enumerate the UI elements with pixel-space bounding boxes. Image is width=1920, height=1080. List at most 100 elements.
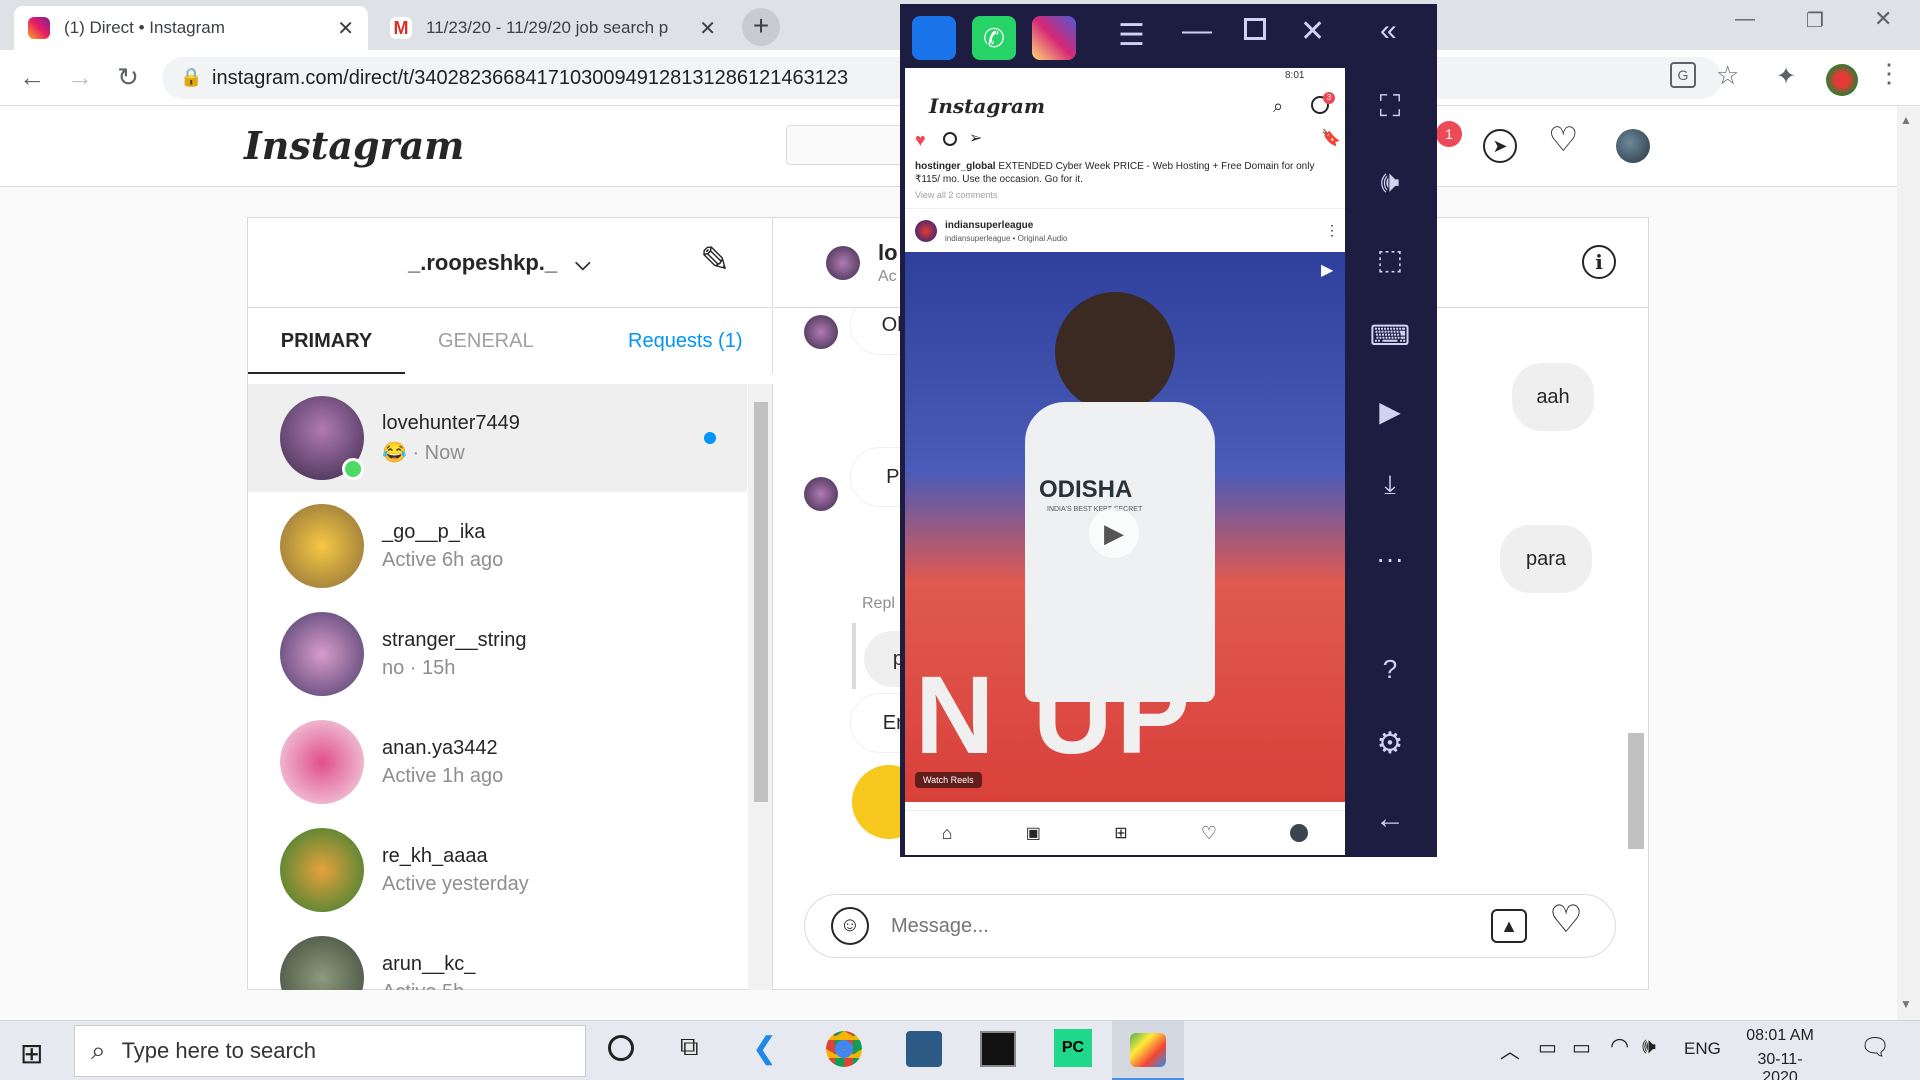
thread-list-scrollbar[interactable] xyxy=(748,384,772,990)
explore-compass-icon[interactable]: ➤ xyxy=(1483,129,1517,163)
new-message-compose-icon[interactable]: ✎ xyxy=(700,242,730,278)
back-arrow-icon[interactable]: ← xyxy=(14,62,50,93)
media-manager-icon[interactable]: ▶ xyxy=(1365,386,1415,436)
more-menu-icon[interactable]: ⋮ xyxy=(1876,58,1902,89)
emulator-minimize-icon[interactable]: — xyxy=(1182,14,1212,48)
keyboard-icon[interactable]: ⌨ xyxy=(1365,310,1415,360)
emulator-close-icon[interactable]: ✕ xyxy=(1300,14,1325,49)
watch-reels-button[interactable]: Watch Reels xyxy=(915,772,982,788)
like-heart-icon[interactable]: ♡ xyxy=(1549,901,1583,939)
pycharm-icon[interactable]: PC xyxy=(1054,1029,1092,1067)
screen-select-icon[interactable]: ⬚ xyxy=(1365,234,1415,284)
bookmark-star-icon[interactable]: ☆ xyxy=(1716,60,1739,91)
save-bookmark-icon[interactable]: 🔖 xyxy=(1321,128,1341,148)
scrollbar-thumb[interactable] xyxy=(754,402,768,802)
action-center-icon[interactable]: 🗨 xyxy=(1860,1033,1890,1062)
collapse-sidebar-icon[interactable]: « xyxy=(1380,14,1397,48)
activity-heart-icon[interactable]: ♡ xyxy=(1201,823,1217,844)
list-item[interactable]: lovehunter7449 😂 · Now xyxy=(248,384,747,492)
settings-gear-icon[interactable]: ⚙ xyxy=(1365,718,1415,768)
minimize-window-icon[interactable]: — xyxy=(1735,8,1755,31)
reload-icon[interactable]: ↻ xyxy=(110,62,146,93)
python-idle-icon[interactable] xyxy=(906,1031,942,1067)
instagram-logo[interactable]: Instagram xyxy=(929,94,1045,118)
cortana-icon[interactable] xyxy=(608,1035,634,1061)
search-input[interactable] xyxy=(786,125,906,165)
tab-general[interactable]: GENERAL xyxy=(438,309,534,374)
battery-icon[interactable]: ▭ xyxy=(1572,1035,1591,1060)
account-switcher[interactable]: _.roopeshkp._ ⌵ xyxy=(408,250,590,276)
reel-audio-icon[interactable]: ▶ xyxy=(1321,260,1333,280)
reels-icon[interactable]: ▣ xyxy=(1026,823,1041,843)
vscode-icon[interactable]: ❮ xyxy=(752,1031,777,1066)
fullscreen-icon[interactable]: ⛶ xyxy=(1365,82,1415,132)
back-arrow-icon[interactable]: ← xyxy=(1365,794,1415,844)
close-tab-icon[interactable]: ✕ xyxy=(337,16,354,41)
scroll-up-arrow-icon[interactable]: ▲ xyxy=(1900,113,1912,127)
windows-start-icon[interactable]: ⊞ xyxy=(20,1037,43,1070)
restore-window-icon[interactable]: ❐ xyxy=(1806,8,1824,33)
new-post-icon[interactable]: ⊞ xyxy=(1114,823,1127,843)
tab-primary[interactable]: PRIMARY xyxy=(248,309,405,374)
home-icon[interactable]: ⌂ xyxy=(942,823,953,844)
profile-avatar[interactable] xyxy=(1826,64,1858,96)
share-icon[interactable]: ➢ xyxy=(969,128,982,148)
play-icon[interactable]: ▶ xyxy=(1089,508,1139,558)
speaker-icon[interactable]: 🕪 xyxy=(1642,1033,1656,1059)
extensions-puzzle-icon[interactable]: ✦ xyxy=(1776,62,1796,91)
list-item[interactable]: stranger__string no · 15h xyxy=(248,600,747,708)
conversation-name[interactable]: lo xyxy=(878,240,898,266)
more-options-icon[interactable]: ··· xyxy=(1365,534,1415,584)
help-icon[interactable]: ? xyxy=(1365,644,1415,694)
scrollbar-thumb[interactable] xyxy=(1628,733,1644,849)
language-indicator[interactable]: ENG xyxy=(1684,1039,1721,1059)
bluestacks-task[interactable] xyxy=(1112,1021,1184,1080)
scroll-down-arrow-icon[interactable]: ▼ xyxy=(1900,997,1912,1011)
translate-icon[interactable]: G xyxy=(1670,62,1696,88)
emulator-maximize-icon[interactable] xyxy=(1244,18,1266,40)
liked-heart-icon[interactable]: ♥ xyxy=(915,130,926,151)
system-tray-chevron-icon[interactable]: ︿ xyxy=(1500,1035,1520,1064)
tab-gmail[interactable]: M 11/23/20 - 11/29/20 job search p ✕ xyxy=(376,6,730,50)
profile-avatar[interactable] xyxy=(1616,129,1650,163)
message-bubble[interactable]: aah xyxy=(1512,363,1594,431)
list-item[interactable]: re_kh_aaaa Active yesterday xyxy=(248,816,747,924)
emoji-picker-icon[interactable]: ☺ xyxy=(831,907,869,945)
whatsapp-app-icon[interactable]: ✆ xyxy=(972,16,1016,60)
close-tab-icon[interactable]: ✕ xyxy=(699,16,716,41)
instagram-app-icon[interactable] xyxy=(1032,16,1076,60)
reel-video[interactable]: N UP ODISHA INDIA'S BEST KEPT SECRET ▶ ▶… xyxy=(905,252,1345,802)
tab-requests[interactable]: Requests (1) xyxy=(628,309,743,374)
reel-username[interactable]: indiansuperleague xyxy=(945,220,1033,231)
task-view-icon[interactable]: ⧉ xyxy=(680,1031,699,1063)
clock[interactable]: 08:01 AM 30-11-2020 xyxy=(1740,1027,1820,1080)
close-window-icon[interactable]: ✕ xyxy=(1874,6,1892,32)
forward-arrow-icon[interactable]: → xyxy=(62,62,98,93)
tab-instagram[interactable]: (1) Direct • Instagram ✕ xyxy=(14,6,368,50)
message-scrollbar[interactable] xyxy=(1624,309,1648,861)
caption-username[interactable]: hostinger_global xyxy=(915,161,996,172)
wifi-icon[interactable]: ◠ xyxy=(1610,1033,1629,1059)
chrome-icon[interactable] xyxy=(826,1031,862,1067)
list-item[interactable]: _go__p_ika Active 6h ago xyxy=(248,492,747,600)
activity-heart-icon[interactable]: ♡ xyxy=(1548,123,1578,157)
list-item[interactable]: arun__kc_ Active 5h xyxy=(248,924,747,990)
meet-now-icon[interactable]: ▭ xyxy=(1538,1035,1557,1060)
info-icon[interactable]: i xyxy=(1582,245,1616,279)
taskbar-search-box[interactable]: ⌕ Type here to search xyxy=(74,1025,586,1077)
search-icon[interactable]: ⌕ xyxy=(1273,96,1283,117)
view-comments-link[interactable]: View all 2 comments xyxy=(915,190,997,200)
terminal-icon[interactable] xyxy=(980,1031,1016,1067)
more-options-icon[interactable]: ⋮ xyxy=(1325,222,1339,239)
message-input[interactable] xyxy=(891,909,1451,943)
volume-icon[interactable]: 🕪 xyxy=(1365,158,1415,208)
list-item[interactable]: anan.ya3442 Active 1h ago xyxy=(248,708,747,816)
instagram-logo[interactable]: Instagram xyxy=(244,123,464,168)
message-bubble[interactable]: para xyxy=(1500,525,1592,593)
install-apk-icon[interactable]: ⤓ xyxy=(1365,460,1415,510)
page-scrollbar[interactable]: ▲ ▼ xyxy=(1897,107,1920,1020)
emulator-home-app-icon[interactable] xyxy=(912,16,956,60)
profile-avatar[interactable] xyxy=(1290,824,1309,842)
image-upload-icon[interactable]: ▲ xyxy=(1491,909,1527,943)
hamburger-menu-icon[interactable]: ☰ xyxy=(1118,18,1145,53)
